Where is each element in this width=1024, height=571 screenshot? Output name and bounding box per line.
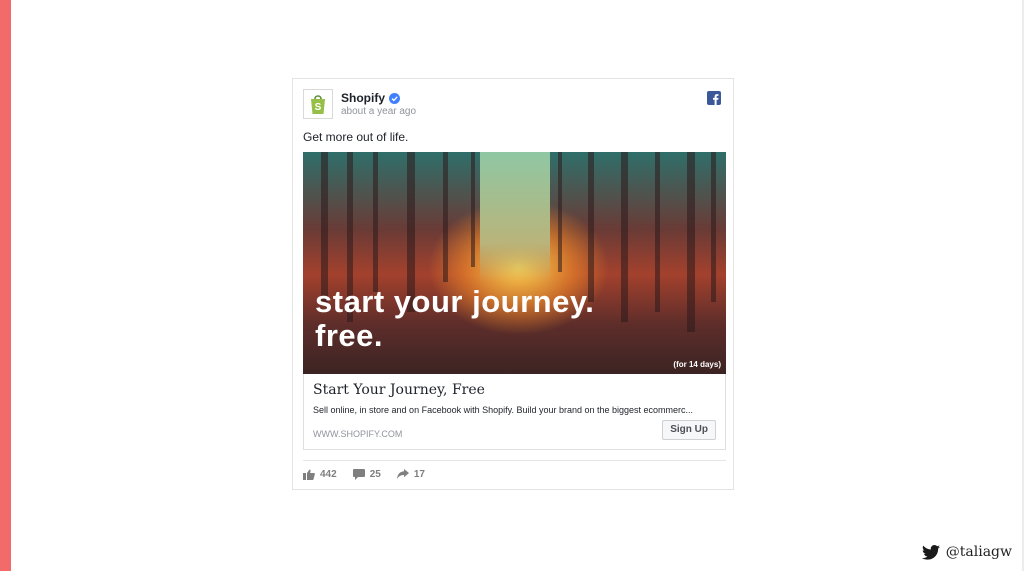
- tree-silhouette: [655, 152, 660, 312]
- tree-silhouette: [588, 152, 594, 302]
- engagement-stats: 442 25 17: [303, 469, 425, 480]
- tree-silhouette: [443, 152, 448, 282]
- like-count[interactable]: 442: [303, 469, 337, 480]
- twitter-handle: @taliagw: [921, 544, 1012, 560]
- facebook-ad-card: S Shopify about a year ago Get more out …: [292, 78, 734, 490]
- page-name[interactable]: Shopify: [341, 91, 400, 105]
- tree-silhouette: [321, 152, 328, 302]
- tree-silhouette: [687, 152, 695, 332]
- sign-up-button[interactable]: Sign Up: [662, 420, 716, 440]
- link-preview[interactable]: Start Your Journey, Free Sell online, in…: [303, 374, 726, 450]
- comment-icon: [352, 469, 365, 480]
- shopify-logo-icon: S: [311, 95, 325, 114]
- share-count[interactable]: 17: [396, 469, 425, 480]
- tree-silhouette: [373, 152, 378, 292]
- link-title[interactable]: Start Your Journey, Free: [313, 382, 485, 398]
- share-icon: [396, 469, 409, 479]
- handle-text: @taliagw: [945, 544, 1012, 560]
- comment-count[interactable]: 25: [352, 469, 381, 480]
- facebook-icon: [707, 91, 721, 105]
- accent-bar: [0, 0, 11, 571]
- post-message: Get more out of life.: [303, 130, 409, 144]
- trial-note: (for 14 days): [673, 360, 721, 369]
- twitter-bird-icon: [921, 544, 940, 560]
- link-description: Sell online, in store and on Facebook wi…: [313, 405, 694, 415]
- like-icon: [303, 469, 315, 480]
- post-timestamp[interactable]: about a year ago: [341, 106, 416, 117]
- tree-silhouette: [711, 152, 716, 302]
- link-domain: WWW.SHOPIFY.COM: [313, 429, 403, 439]
- tree-silhouette: [471, 152, 475, 267]
- divider: [303, 460, 726, 461]
- svg-text:S: S: [315, 102, 322, 113]
- image-sky: [479, 152, 550, 282]
- tree-silhouette: [621, 152, 628, 322]
- hero-headline: start your journey. free.: [315, 284, 595, 353]
- ad-image[interactable]: start your journey. free. (for 14 days): [303, 152, 726, 374]
- tree-silhouette: [558, 152, 562, 272]
- verified-icon: [389, 92, 400, 104]
- avatar[interactable]: S: [303, 89, 333, 119]
